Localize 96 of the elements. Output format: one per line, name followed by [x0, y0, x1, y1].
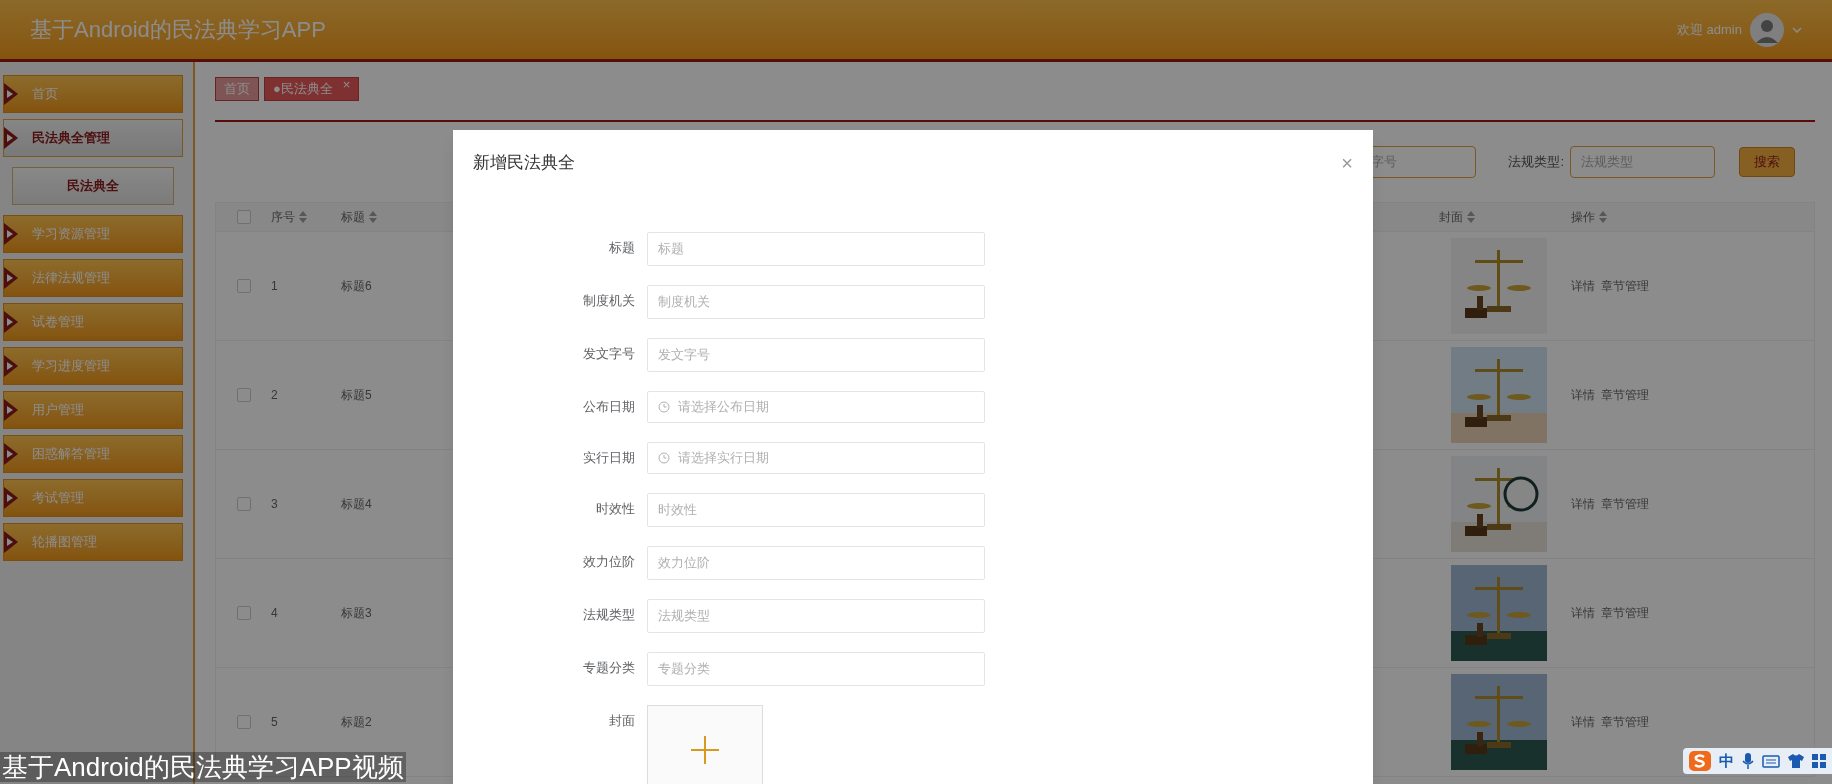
- sidebar-item[interactable]: 用户管理: [3, 391, 183, 429]
- field-label: 发文字号: [582, 345, 635, 363]
- checkbox[interactable]: [236, 497, 251, 511]
- triangle-icon: [4, 267, 18, 289]
- triangle-icon: [4, 531, 18, 553]
- field-label: 实行日期: [582, 449, 635, 467]
- column-header: 标题: [341, 209, 365, 226]
- input-field[interactable]: 制度机关: [647, 285, 985, 319]
- ime-logo-icon: [1689, 751, 1711, 771]
- checkbox[interactable]: [236, 715, 251, 729]
- clock-icon: [658, 452, 670, 464]
- triangle-icon: [4, 83, 18, 105]
- sidebar-item[interactable]: 学习资源管理: [3, 215, 183, 253]
- sort-icon[interactable]: [1467, 211, 1475, 223]
- sidebar-item[interactable]: 民法典全管理: [3, 119, 183, 157]
- sidebar-item[interactable]: 学习进度管理: [3, 347, 183, 385]
- search-button[interactable]: 搜索: [1739, 147, 1795, 177]
- table-cell: 4: [271, 606, 278, 620]
- input-field[interactable]: 标题: [647, 232, 985, 266]
- field-label: 封面: [608, 712, 635, 730]
- date-field[interactable]: 请选择实行日期: [647, 442, 985, 474]
- upload-box[interactable]: [647, 705, 763, 784]
- action-link[interactable]: 详情: [1571, 604, 1595, 622]
- triangle-icon: [4, 127, 18, 149]
- sidebar-subitem[interactable]: 民法典全: [12, 167, 174, 205]
- table-cell: 标题5: [341, 388, 372, 402]
- dialog-title: 新增民法典全: [473, 152, 575, 175]
- checkbox[interactable]: [236, 210, 251, 224]
- sidebar-item[interactable]: 法律法规管理: [3, 259, 183, 297]
- action-link[interactable]: 章节管理: [1601, 713, 1649, 731]
- table-cell: 标题3: [341, 606, 372, 620]
- field-label: 标题: [608, 239, 635, 257]
- checkbox[interactable]: [236, 606, 251, 620]
- video-caption: 基于Android的民法典学习APP视频: [0, 752, 406, 782]
- ime-mode[interactable]: 中: [1719, 749, 1734, 773]
- input-field[interactable]: 时效性: [647, 493, 985, 527]
- table-cell: 3: [271, 497, 278, 511]
- sort-icon[interactable]: [369, 211, 377, 223]
- microphone-icon[interactable]: [1742, 753, 1754, 769]
- table-cell: 标题2: [341, 715, 372, 729]
- triangle-icon: [4, 487, 18, 509]
- welcome-text: 欢迎 admin: [1676, 20, 1742, 39]
- sidebar-item[interactable]: 试卷管理: [3, 303, 183, 341]
- table-cell: 1: [271, 279, 278, 293]
- triangle-icon: [4, 399, 18, 421]
- action-link[interactable]: 详情: [1571, 713, 1595, 731]
- field-label: 专题分类: [582, 659, 635, 677]
- app-title: 基于Android的民法典学习APP: [30, 16, 326, 44]
- action-link[interactable]: 章节管理: [1601, 604, 1649, 622]
- close-icon[interactable]: ×: [1341, 148, 1353, 178]
- sidebar-item[interactable]: 首页: [3, 75, 183, 113]
- plus-icon: [691, 736, 719, 764]
- column-header: 封面: [1439, 209, 1463, 226]
- field-label: 效力位阶: [582, 553, 635, 571]
- filter-label: 法规类型:: [1508, 153, 1564, 172]
- sort-icon[interactable]: [299, 211, 307, 223]
- checkbox[interactable]: [236, 279, 251, 293]
- action-link[interactable]: 详情: [1571, 386, 1595, 404]
- ime-toolbar[interactable]: 中: [1683, 748, 1832, 774]
- shirt-icon[interactable]: [1788, 754, 1804, 768]
- keyboard-icon[interactable]: [1762, 754, 1780, 768]
- action-link[interactable]: 章节管理: [1601, 495, 1649, 513]
- field-label: 制度机关: [582, 292, 635, 310]
- grid-icon[interactable]: [1812, 754, 1826, 768]
- table-cell: 标题4: [341, 497, 372, 511]
- sidebar-item[interactable]: 考试管理: [3, 479, 183, 517]
- triangle-icon: [4, 311, 18, 333]
- input-field[interactable]: 效力位阶: [647, 546, 985, 580]
- checkbox[interactable]: [236, 388, 251, 402]
- triangle-icon: [4, 223, 18, 245]
- column-header: 操作: [1571, 209, 1595, 226]
- close-icon[interactable]: ×: [342, 78, 351, 92]
- triangle-icon: [4, 355, 18, 377]
- date-field[interactable]: 请选择公布日期: [647, 391, 985, 423]
- field-label: 时效性: [595, 500, 635, 518]
- table-cell: 5: [271, 715, 278, 729]
- action-link[interactable]: 章节管理: [1601, 277, 1649, 295]
- column-header: 序号: [271, 209, 295, 226]
- input-field[interactable]: 法规类型: [647, 599, 985, 633]
- input-field[interactable]: 发文字号: [647, 338, 985, 372]
- input-field[interactable]: 专题分类: [647, 652, 985, 686]
- field-label: 公布日期: [582, 398, 635, 416]
- action-link[interactable]: 详情: [1571, 277, 1595, 295]
- avatar-icon[interactable]: [1750, 12, 1784, 47]
- tab[interactable]: ●民法典全 ×: [264, 77, 360, 101]
- action-link[interactable]: 章节管理: [1601, 386, 1649, 404]
- table-cell: 2: [271, 388, 278, 402]
- sidebar-item[interactable]: 困惑解答管理: [3, 435, 183, 473]
- sort-icon[interactable]: [1599, 211, 1607, 223]
- sidebar-item[interactable]: 轮播图管理: [3, 523, 183, 561]
- table-cell: 标题6: [341, 279, 372, 293]
- field-label: 法规类型: [582, 606, 635, 624]
- action-link[interactable]: 详情: [1571, 495, 1595, 513]
- chevron-down-icon[interactable]: [1792, 26, 1802, 33]
- clock-icon: [658, 401, 670, 413]
- triangle-icon: [4, 443, 18, 465]
